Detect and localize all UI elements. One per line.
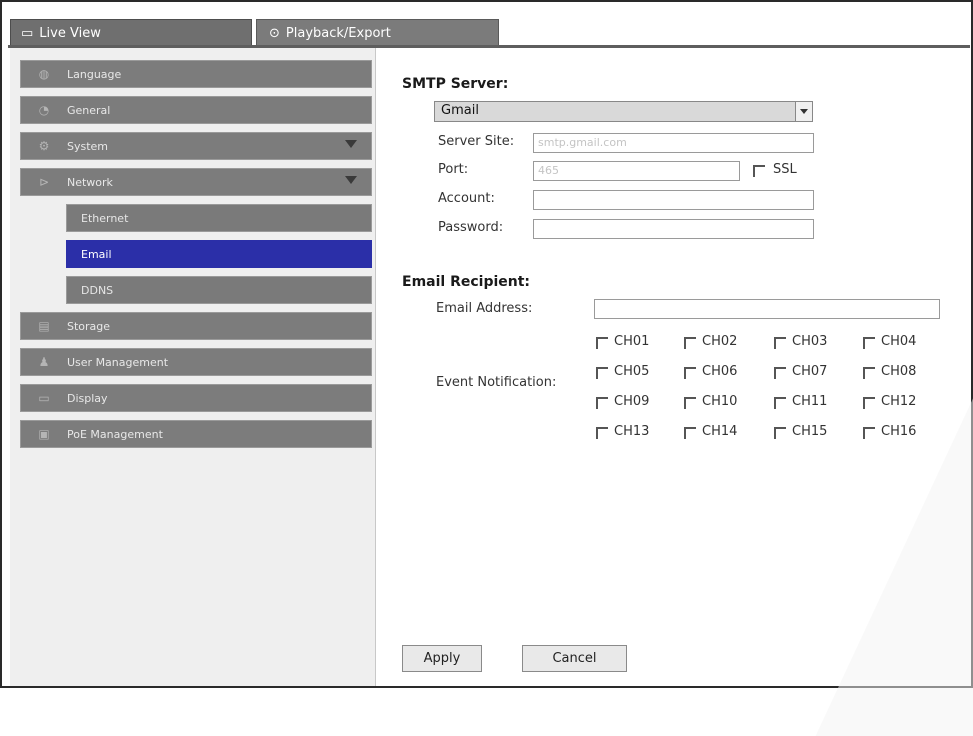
- smtp-server-heading: SMTP Server:: [402, 76, 509, 92]
- channel-checkbox[interactable]: [684, 397, 696, 409]
- email-settings-panel: SMTP Server: Gmail Server Site: smtp.gma…: [376, 48, 973, 736]
- cancel-button[interactable]: Cancel: [522, 645, 627, 672]
- port-field[interactable]: 465: [533, 161, 740, 181]
- sidebar-item-language[interactable]: ◍ Language: [20, 60, 372, 88]
- user-icon: ♟: [38, 355, 50, 369]
- sidebar-item-network[interactable]: ⊳ Network: [20, 168, 372, 196]
- channel-checkbox[interactable]: [863, 367, 875, 379]
- password-field[interactable]: [533, 219, 814, 239]
- email-address-label: Email Address:: [436, 301, 533, 316]
- sidebar: ◍ Language ◔ General ⚙ System ⊳ Network …: [10, 48, 376, 686]
- display-icon: ▭: [38, 391, 50, 405]
- network-icon: ⊳: [38, 175, 50, 189]
- sidebar-item-label: General: [67, 103, 111, 117]
- sidebar-item-label: Language: [67, 67, 122, 81]
- sidebar-subitem-ddns[interactable]: DDNS: [66, 276, 372, 304]
- sidebar-item-poe-management[interactable]: ▣ PoE Management: [20, 420, 372, 448]
- channel-checkbox[interactable]: [684, 367, 696, 379]
- play-circle-icon: ⊙: [269, 26, 280, 41]
- channel-checkbox[interactable]: [863, 427, 875, 439]
- chevron-down-icon: [345, 140, 357, 148]
- monitor-icon: ▭: [21, 26, 34, 41]
- channel-label: CH02: [702, 334, 738, 349]
- email-recipient-heading: Email Recipient:: [402, 274, 531, 290]
- watermark: [815, 48, 973, 736]
- channel-checkbox[interactable]: [596, 337, 608, 349]
- channel-label: CH09: [614, 394, 650, 409]
- channel-checkbox[interactable]: [774, 337, 786, 349]
- sidebar-item-label: User Management: [67, 355, 169, 369]
- gear-icon: ⚙: [38, 139, 50, 153]
- channel-label: CH14: [702, 424, 738, 439]
- channel-label: CH12: [881, 394, 917, 409]
- channel-label: CH04: [881, 334, 917, 349]
- channel-checkbox[interactable]: [774, 367, 786, 379]
- ssl-checkbox[interactable]: [753, 165, 765, 177]
- channel-label: CH01: [614, 334, 650, 349]
- account-field[interactable]: [533, 190, 814, 210]
- smtp-provider-value: Gmail: [441, 103, 479, 118]
- sidebar-item-label: Display: [67, 391, 108, 405]
- sidebar-subitem-label: Email: [81, 247, 112, 261]
- smtp-provider-select[interactable]: Gmail: [434, 101, 813, 122]
- channel-label: CH15: [792, 424, 828, 439]
- tab-playback-export-label: Playback/Export: [285, 26, 391, 41]
- sidebar-item-display[interactable]: ▭ Display: [20, 384, 372, 412]
- tab-live-view[interactable]: ▭ Live View: [10, 19, 252, 48]
- channel-label: CH06: [702, 364, 738, 379]
- channel-checkbox[interactable]: [774, 397, 786, 409]
- channel-label: CH13: [614, 424, 650, 439]
- sidebar-item-label: System: [67, 139, 109, 153]
- chevron-down-icon[interactable]: [795, 102, 812, 121]
- sidebar-subitem-label: Ethernet: [81, 211, 129, 225]
- account-label: Account:: [438, 191, 495, 206]
- event-notification-label: Event Notification:: [436, 375, 557, 390]
- channel-checkbox[interactable]: [596, 397, 608, 409]
- password-label: Password:: [438, 220, 504, 235]
- top-tab-bar: ▭ Live View ⊙ Playback/Export: [2, 2, 971, 48]
- storage-icon: ▤: [38, 319, 50, 333]
- sidebar-item-system[interactable]: ⚙ System: [20, 132, 372, 160]
- channel-checkbox[interactable]: [596, 367, 608, 379]
- channel-label: CH05: [614, 364, 650, 379]
- channel-checkbox[interactable]: [596, 427, 608, 439]
- sidebar-item-label: Storage: [67, 319, 111, 333]
- chevron-down-icon: [345, 176, 357, 184]
- channel-label: CH16: [881, 424, 917, 439]
- channel-label: CH08: [881, 364, 917, 379]
- channel-checkbox[interactable]: [774, 427, 786, 439]
- sidebar-subitem-email[interactable]: Email: [66, 240, 372, 268]
- server-site-field[interactable]: smtp.gmail.com: [533, 133, 814, 153]
- channel-label: CH03: [792, 334, 828, 349]
- port-label: Port:: [438, 162, 469, 177]
- server-site-label: Server Site:: [438, 134, 515, 149]
- sidebar-item-label: Network: [67, 175, 113, 189]
- ssl-label: SSL: [773, 162, 797, 177]
- sidebar-item-general[interactable]: ◔ General: [20, 96, 372, 124]
- channel-label: CH11: [792, 394, 828, 409]
- channel-label: CH10: [702, 394, 738, 409]
- sidebar-item-user-management[interactable]: ♟ User Management: [20, 348, 372, 376]
- poe-icon: ▣: [38, 427, 50, 441]
- tab-playback-export[interactable]: ⊙ Playback/Export: [256, 19, 499, 48]
- email-address-field[interactable]: [594, 299, 940, 319]
- sidebar-item-label: PoE Management: [67, 427, 163, 441]
- channel-label: CH07: [792, 364, 828, 379]
- tab-live-view-label: Live View: [39, 26, 101, 41]
- sidebar-subitem-label: DDNS: [81, 283, 114, 297]
- sidebar-item-storage[interactable]: ▤ Storage: [20, 312, 372, 340]
- channel-checkbox[interactable]: [863, 397, 875, 409]
- channel-checkbox[interactable]: [863, 337, 875, 349]
- sidebar-subitem-ethernet[interactable]: Ethernet: [66, 204, 372, 232]
- channel-checkbox[interactable]: [684, 427, 696, 439]
- apply-button[interactable]: Apply: [402, 645, 482, 672]
- channel-checkbox[interactable]: [684, 337, 696, 349]
- globe-icon: ◍: [38, 67, 50, 81]
- gauge-icon: ◔: [38, 103, 50, 117]
